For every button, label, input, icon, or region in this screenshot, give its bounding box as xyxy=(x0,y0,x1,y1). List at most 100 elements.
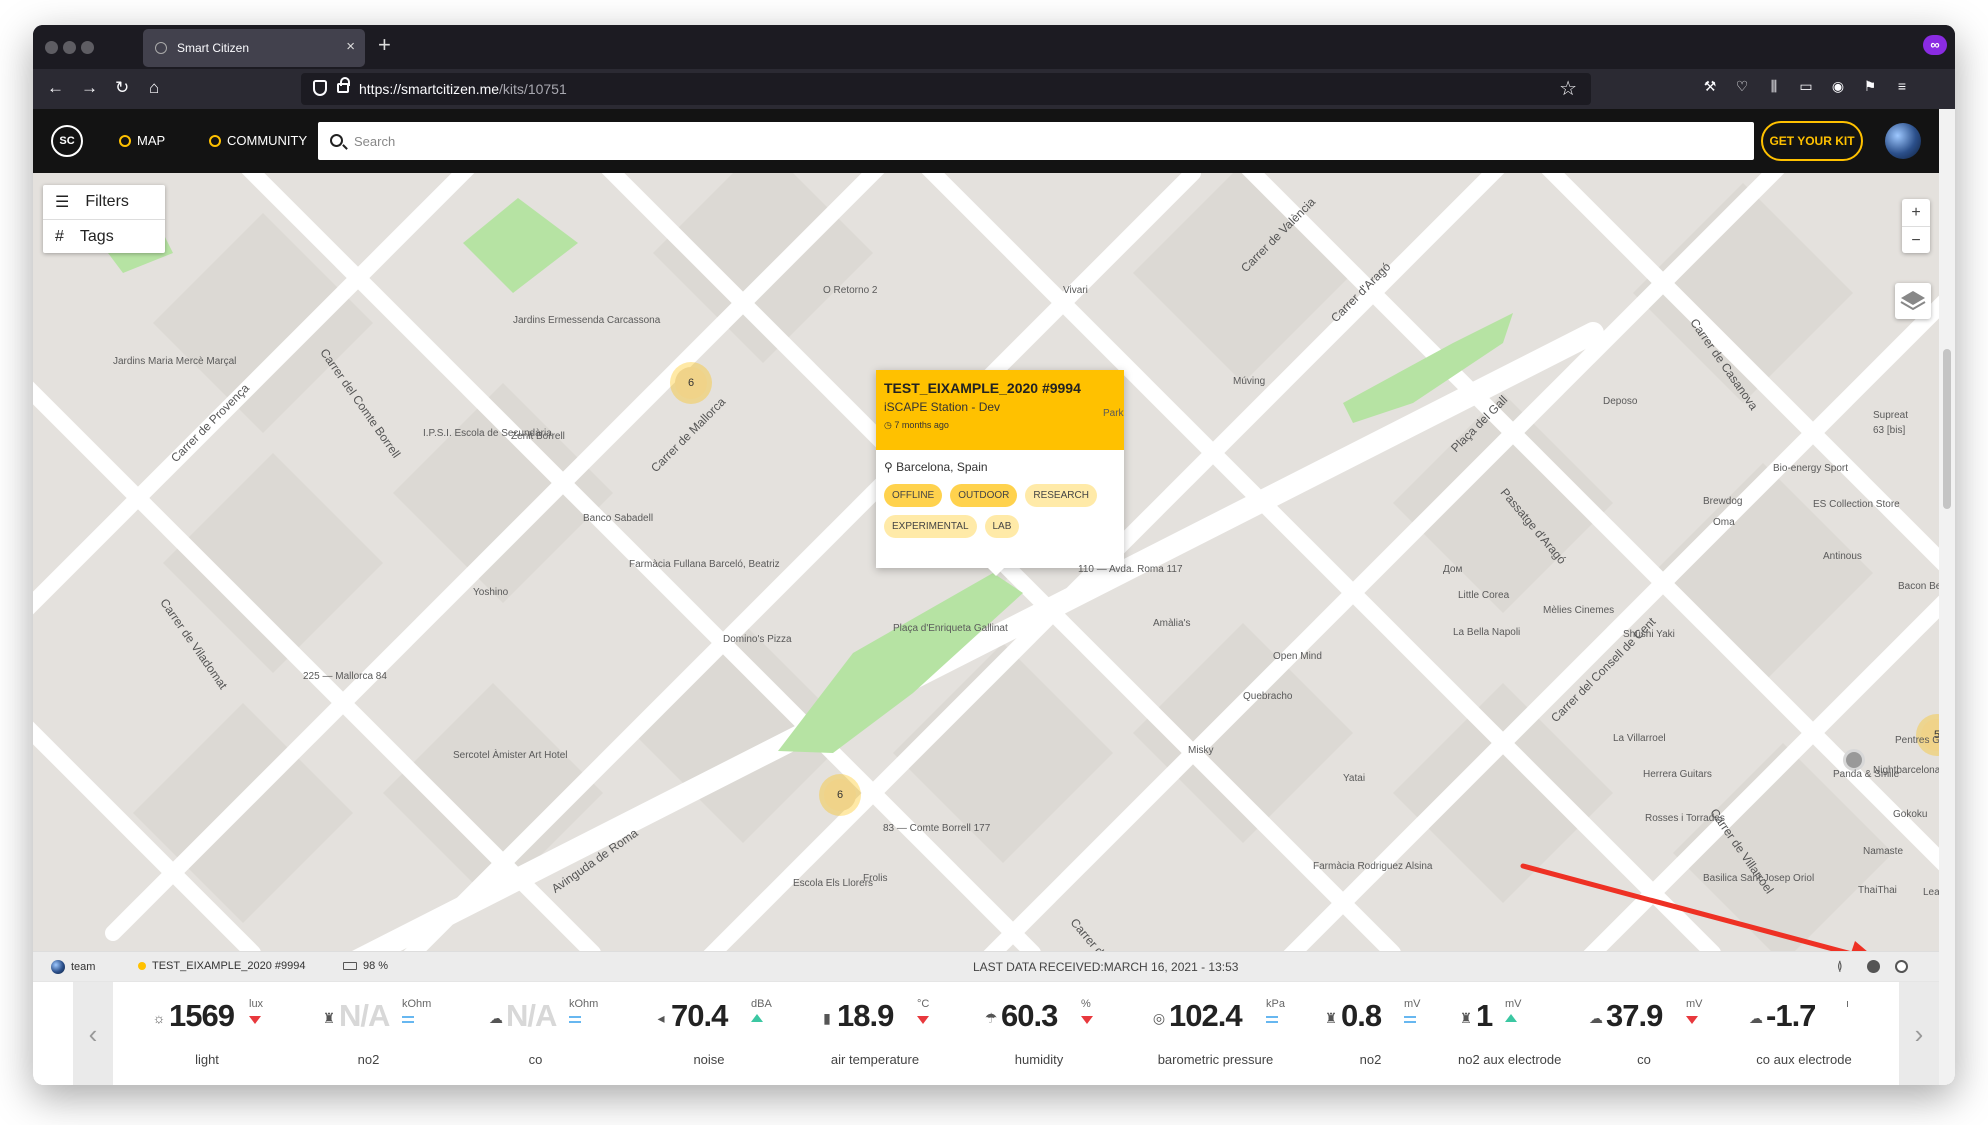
forward-icon[interactable]: → xyxy=(81,77,98,99)
user-avatar[interactable] xyxy=(1885,123,1921,159)
kit-cluster[interactable]: 6 xyxy=(819,774,861,816)
tab-favicon-icon xyxy=(155,42,167,54)
library-icon[interactable]: ⫼ xyxy=(1767,79,1781,93)
get-your-kit-button[interactable]: GET YOUR KIT xyxy=(1761,121,1863,161)
back-icon[interactable]: ← xyxy=(47,77,64,99)
extension-icon[interactable]: ⚑ xyxy=(1863,79,1877,93)
browser-tab[interactable]: Smart Citizen × xyxy=(143,29,365,67)
filters-button[interactable]: ☰ Filters xyxy=(43,185,165,219)
place-label: Farmàcia Rodriguez Alsina xyxy=(1313,861,1433,872)
place-label: Jardins Ermessenda Carcassona xyxy=(513,315,661,326)
user-icon[interactable] xyxy=(1895,960,1908,973)
place-label: Vivari xyxy=(1063,285,1088,296)
zoom-in-button[interactable]: + xyxy=(1902,199,1930,226)
search-input[interactable] xyxy=(354,122,1734,160)
tag-outdoor[interactable]: OUTDOOR xyxy=(950,484,1018,507)
place-label: 225 — Mallorca 84 xyxy=(303,671,387,682)
sensor-item[interactable]: ♜ 1 mV no2 aux electrode xyxy=(1458,982,1598,1085)
pocket-icon[interactable]: ♡ xyxy=(1735,79,1749,93)
page-scrollbar[interactable] xyxy=(1939,109,1955,1085)
sensor-value: 37.9 xyxy=(1606,998,1663,1033)
place-label: Brewdog xyxy=(1703,496,1743,507)
tags-button[interactable]: # Tags xyxy=(43,219,165,253)
url-bar[interactable]: https://smartcitizen.me/kits/10751 ☆ xyxy=(301,73,1591,105)
sensor-unit: kOhm xyxy=(569,998,599,1010)
map-icon xyxy=(119,134,131,147)
place-label: Little Corea xyxy=(1458,590,1510,601)
sensor-item[interactable]: ☁ 37.9 mV co xyxy=(1588,982,1728,1085)
sensor-item[interactable]: ◂ 70.4 dBA noise xyxy=(653,982,793,1085)
page-content: SC MAP COMMUNITY GET YOUR KIT xyxy=(33,109,1955,1085)
url-text[interactable]: https://smartcitizen.me/kits/10751 xyxy=(359,81,567,97)
place-label: Deposo xyxy=(1603,396,1638,407)
sensor-prev-button[interactable]: ‹ xyxy=(73,982,113,1085)
lock-icon[interactable] xyxy=(337,77,350,93)
place-label: I.P.S.I. Escola de Secundària xyxy=(423,428,552,439)
sidebar-icon[interactable]: ▭ xyxy=(1799,79,1813,93)
nav-community-link[interactable]: COMMUNITY xyxy=(209,133,307,148)
layers-button[interactable] xyxy=(1895,283,1931,319)
filters-icon: ☰ xyxy=(55,194,70,211)
place-label: Pentres Groupe xyxy=(1895,735,1939,746)
owner-info[interactable]: team xyxy=(51,960,95,974)
sensor-value: 0.8 xyxy=(1341,998,1382,1033)
new-tab-button[interactable]: + xyxy=(378,32,391,58)
co-aux-icon: ☁ xyxy=(1749,1010,1763,1026)
scrollbar-thumb[interactable] xyxy=(1943,349,1951,509)
popup-title[interactable]: TEST_EIXAMPLE_2020 #9994 xyxy=(884,380,1116,396)
sensor-item[interactable]: ▮ 18.9 °C air temperature xyxy=(819,982,959,1085)
trend-up-icon xyxy=(1505,1014,1517,1022)
url-host: https://smartcitizen.me xyxy=(359,81,500,97)
no2-aux-icon: ♜ xyxy=(1459,1010,1473,1026)
sensor-item[interactable]: ☂ 60.3% humidity xyxy=(983,982,1123,1085)
bookmark-star-icon[interactable]: ☆ xyxy=(1559,76,1577,101)
sensor-item[interactable]: ◎ 102.4 kPa barometric pressure xyxy=(1151,982,1291,1085)
nav-map-link[interactable]: MAP xyxy=(119,133,165,148)
sensor-strip: ‹ ☼ 1569 lux light ♜ N/A kOhm no2 ☁ N/A kOhm co ◂ 70.… xyxy=(33,981,1939,1085)
sensor-item[interactable]: ☁ N/A kOhm co xyxy=(488,982,628,1085)
minimize-window-button[interactable] xyxy=(63,41,76,54)
tag-offline[interactable]: OFFLINE xyxy=(884,484,943,507)
sensor-item[interactable]: ♜ N/A kOhm no2 xyxy=(321,982,461,1085)
tag-research[interactable]: RESEARCH xyxy=(1025,484,1097,507)
owner-avatar xyxy=(51,960,65,974)
sensor-item[interactable]: ☁ -1.7 ı co aux electrode xyxy=(1748,982,1888,1085)
popup-subtitle: iSCAPE Station - Dev xyxy=(884,400,1001,414)
pressure-icon: ◎ xyxy=(1152,1010,1166,1026)
zoom-control: + − xyxy=(1902,199,1930,253)
record-icon[interactable] xyxy=(1867,960,1880,973)
map-area[interactable]: ☰ Filters # Tags + − 6 6 5 TEST_EIXAMPLE… xyxy=(33,173,1939,951)
sensor-next-button[interactable]: › xyxy=(1899,982,1939,1085)
shield-icon[interactable] xyxy=(313,80,327,96)
kit-info-bar: team TEST_EIXAMPLE_2020 #9994 98 % LAST … xyxy=(33,951,1939,981)
thermometer-icon: ▮ xyxy=(823,1010,831,1026)
place-label: Mèlies Cinemes xyxy=(1543,605,1615,616)
reload-icon[interactable]: ↻ xyxy=(115,77,129,99)
private-mask-icon[interactable]: ∞ xyxy=(1923,35,1947,55)
close-tab-icon[interactable]: × xyxy=(346,38,355,55)
kit-marker[interactable] xyxy=(1843,749,1865,771)
search-box[interactable] xyxy=(318,122,1754,160)
zoom-out-button[interactable]: − xyxy=(1902,226,1930,253)
tag-lab[interactable]: LAB xyxy=(984,515,1020,538)
tag-experimental[interactable]: EXPERIMENTAL xyxy=(884,515,977,538)
sensor-label: co aux electrode xyxy=(1756,1052,1852,1067)
kit-popup[interactable]: TEST_EIXAMPLE_2020 #9994 iSCAPE Station … xyxy=(876,370,1124,576)
menu-icon[interactable]: ≡ xyxy=(1895,79,1909,93)
waveform-icon[interactable]: ≬ xyxy=(1837,960,1850,973)
trend-up-icon xyxy=(751,1014,763,1022)
kit-cluster[interactable]: 6 xyxy=(670,362,712,404)
place-label: Shushi Yaki xyxy=(1623,629,1675,640)
home-icon[interactable]: ⌂ xyxy=(149,77,159,99)
place-label: 110 — Avda. Roma 117 xyxy=(1078,564,1183,575)
close-window-button[interactable] xyxy=(45,41,58,54)
place-label: Bio-energy Sport xyxy=(1773,463,1849,474)
account-icon[interactable]: ◉ xyxy=(1831,79,1845,93)
maximize-window-button[interactable] xyxy=(81,41,94,54)
kit-name-info: TEST_EIXAMPLE_2020 #9994 xyxy=(138,960,305,972)
smartcitizen-logo[interactable]: SC xyxy=(51,125,83,157)
status-dot-icon xyxy=(138,962,146,970)
wrench-icon[interactable]: ⚒ xyxy=(1703,79,1717,93)
sensor-item[interactable]: ☼ 1569 lux light xyxy=(151,982,291,1085)
sensor-item[interactable]: ♜ 0.8 mV no2 xyxy=(1323,982,1463,1085)
